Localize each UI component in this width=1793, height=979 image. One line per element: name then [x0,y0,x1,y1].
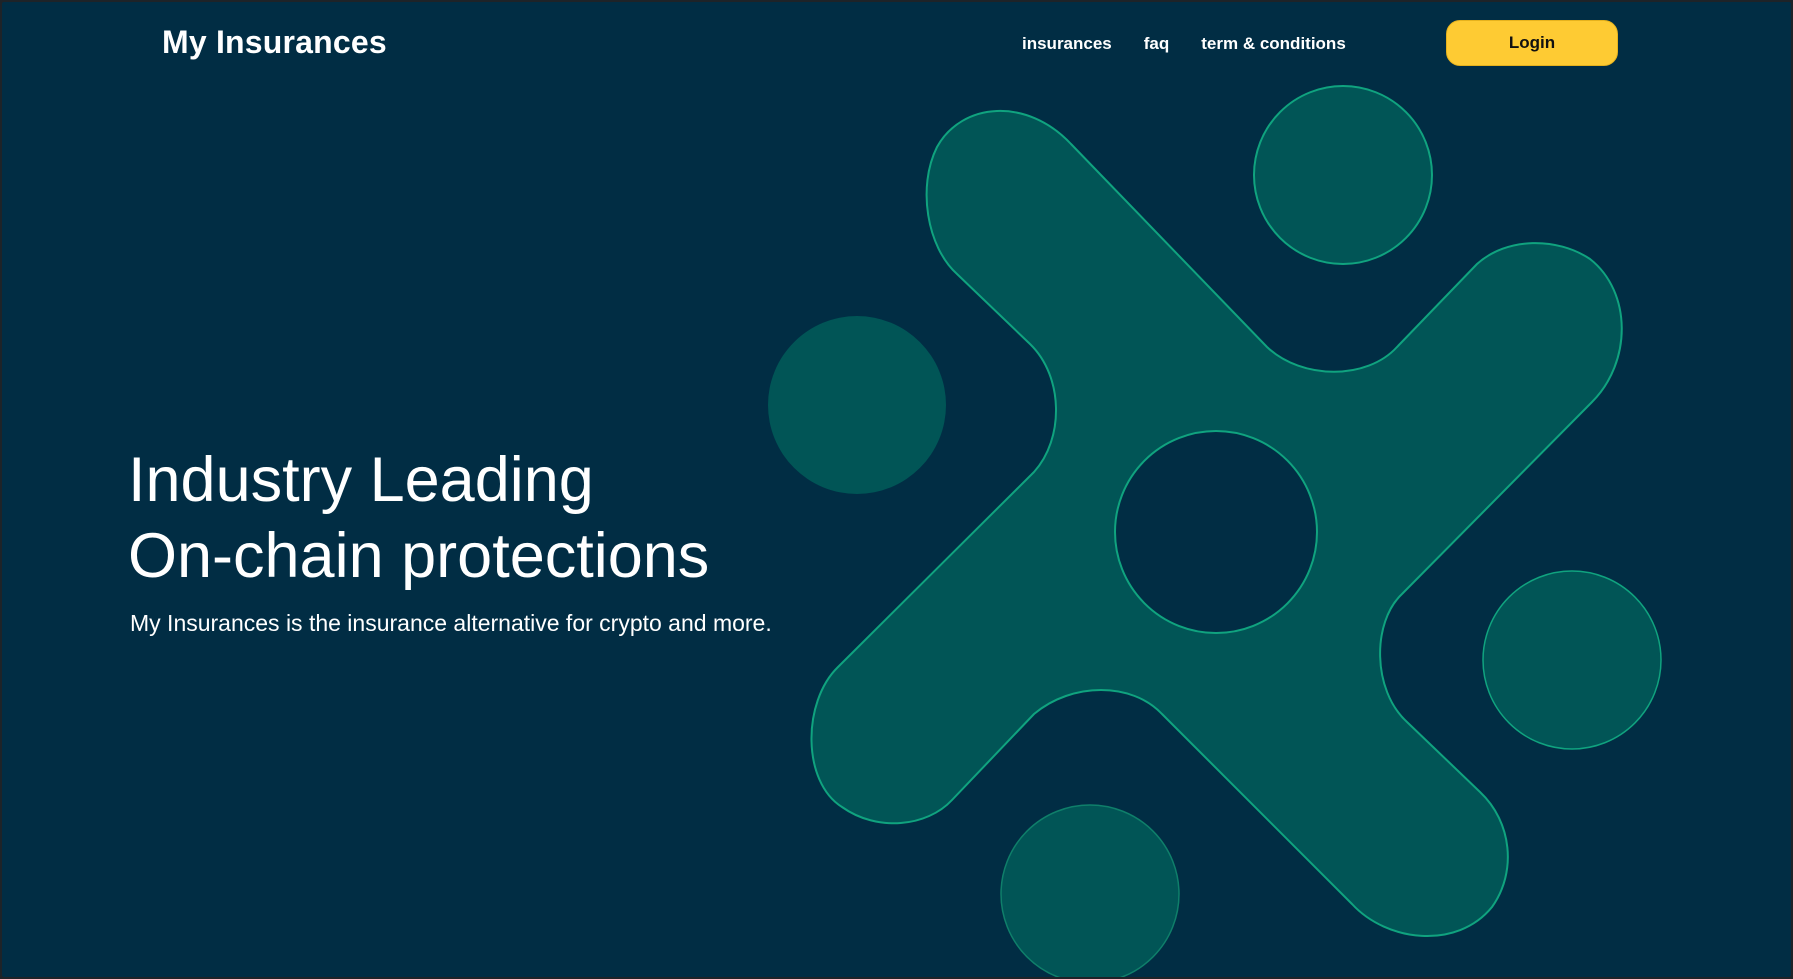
circle-bottom [1000,804,1180,977]
hero-subtitle: My Insurances is the insurance alternati… [130,610,772,636]
nav-insurances[interactable]: insurances [1022,34,1112,54]
hero-title: Industry Leading On-chain protections [128,442,772,594]
main-nav: insurances faq term & conditions [1022,34,1346,54]
circle-top [1253,85,1433,265]
login-button[interactable]: Login [1446,20,1618,66]
brand-logo[interactable]: My Insurances [162,24,387,61]
hero-section: Industry Leading On-chain protections My… [128,442,772,637]
nav-faq[interactable]: faq [1144,34,1170,54]
circle-left [768,316,946,494]
app-window: My Insurances insurances faq term & cond… [2,2,1791,977]
center-hole [1114,430,1318,634]
hero-title-line1: Industry Leading [128,445,594,515]
hero-title-line2: On-chain protections [128,521,710,591]
nav-terms[interactable]: term & conditions [1201,34,1346,54]
circle-right [1482,570,1662,750]
